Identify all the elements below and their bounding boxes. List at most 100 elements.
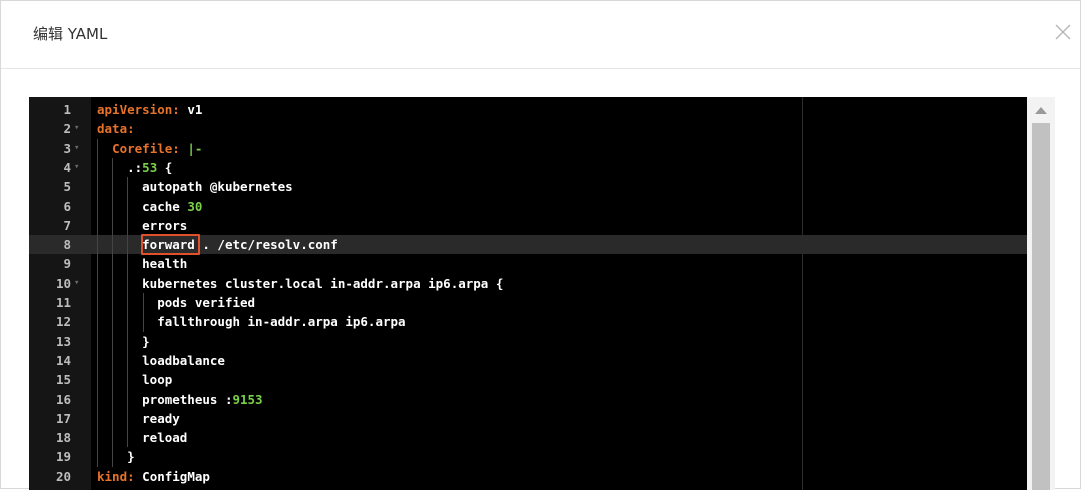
- indent-guide: [127, 177, 129, 448]
- line-number: 10: [55, 275, 71, 291]
- code-line[interactable]: 13 }: [29, 332, 1055, 351]
- code-line[interactable]: 5 autopath @kubernetes: [29, 177, 1055, 196]
- highlighted-token-box: [140, 234, 200, 256]
- line-number: 12: [55, 314, 71, 330]
- code-line[interactable]: 6 cache 30: [29, 197, 1055, 216]
- code-token: {: [157, 159, 173, 175]
- fold-arrow-icon[interactable]: ▾: [74, 119, 79, 138]
- code-token: 9153: [232, 391, 263, 407]
- line-number: 1: [63, 102, 71, 117]
- code-text: .:53 {: [97, 158, 172, 177]
- line-number: 15: [55, 372, 71, 388]
- code-line[interactable]: 16 prometheus :9153: [29, 390, 1055, 409]
- code-text: loop: [97, 370, 172, 389]
- code-token: kubernetes cluster.local in-addr.arpa ip…: [142, 275, 504, 291]
- line-number: 4: [63, 159, 71, 175]
- code-token: data:: [97, 121, 135, 137]
- code-line[interactable]: 17 ready: [29, 409, 1055, 428]
- code-token: loadbalance: [142, 352, 225, 368]
- fold-arrow-icon[interactable]: ▾: [74, 158, 79, 177]
- code-token: pods verified: [157, 295, 256, 310]
- code-token: health: [142, 256, 188, 272]
- code-text: data:: [97, 119, 135, 138]
- code-token: reload: [142, 430, 188, 446]
- code-token: Corefile:: [112, 140, 180, 156]
- code-token: prometheus :: [142, 391, 233, 407]
- code-line[interactable]: 15 loop: [29, 370, 1055, 389]
- code-line[interactable]: 14 loadbalance: [29, 351, 1055, 370]
- code-text: prometheus :9153: [97, 390, 263, 409]
- code-text: errors: [97, 216, 187, 235]
- indent-guide: [97, 138, 98, 467]
- code-text: kind: ConfigMap: [97, 467, 210, 486]
- code-token: 30: [187, 198, 203, 214]
- code-token: ConfigMap: [134, 468, 210, 484]
- code-line[interactable]: 9 health: [29, 254, 1055, 273]
- line-number: 19: [55, 449, 71, 465]
- close-icon[interactable]: [1052, 21, 1074, 43]
- fold-arrow-icon[interactable]: ▾: [74, 274, 79, 293]
- line-number: 2: [63, 121, 71, 137]
- line-number: 5: [63, 179, 71, 195]
- code-token: 53: [142, 159, 158, 175]
- editor-scrollbar[interactable]: [1027, 97, 1055, 490]
- code-text: kubernetes cluster.local in-addr.arpa ip…: [97, 274, 503, 293]
- code-token: autopath @kubernetes: [142, 179, 293, 195]
- fold-arrow-icon[interactable]: ▾: [74, 139, 79, 158]
- dialog-header: 编辑 YAML: [1, 1, 1080, 69]
- code-line[interactable]: 11 pods verified: [29, 293, 1055, 312]
- line-number: 16: [55, 391, 71, 407]
- code-text: }: [97, 447, 135, 466]
- line-number: 9: [63, 256, 71, 272]
- yaml-code-editor[interactable]: 1 apiVersion: v1 2 ▾ data: 3 ▾ Corefile: |- 4 ▾ …: [29, 97, 1055, 490]
- line-number: 8: [63, 237, 71, 253]
- code-token: kind:: [97, 468, 135, 484]
- code-line[interactable]: 1 apiVersion: v1: [29, 100, 1055, 119]
- line-number: 6: [63, 198, 71, 214]
- line-number: 17: [55, 410, 71, 426]
- code-line[interactable]: 10 ▾ kubernetes cluster.local in-addr.arp…: [29, 274, 1055, 293]
- code-token: |-: [179, 140, 203, 156]
- code-token: fallthrough in-addr.arpa ip6.arpa: [157, 314, 406, 330]
- code-token: errors: [142, 217, 188, 233]
- code-line[interactable]: 18 reload: [29, 428, 1055, 447]
- code-text: loadbalance: [97, 351, 225, 370]
- code-token: }: [127, 449, 135, 465]
- code-line[interactable]: 2 ▾ data:: [29, 119, 1055, 138]
- code-text: pods verified: [97, 293, 255, 312]
- code-token: apiVersion:: [97, 102, 180, 117]
- code-line[interactable]: 20 kind: ConfigMap: [29, 467, 1055, 486]
- scroll-thumb[interactable]: [1032, 123, 1050, 490]
- line-number: 20: [55, 468, 71, 484]
- line-number: 14: [55, 352, 71, 368]
- code-text: forward . /etc/resolv.conf: [97, 235, 338, 254]
- line-number: 11: [55, 295, 71, 310]
- line-number: 18: [55, 430, 71, 446]
- code-token: ready: [142, 410, 180, 426]
- scroll-up-arrow-icon[interactable]: [1035, 107, 1047, 114]
- indent-guide: [142, 293, 144, 332]
- code-line[interactable]: 4 ▾ .:53 {: [29, 158, 1055, 177]
- edit-yaml-dialog: 编辑 YAML 1 apiVersion: v1 2 ▾ data: 3 ▾ Corefil…: [0, 0, 1081, 490]
- code-token: . /etc/resolv.conf: [194, 237, 338, 253]
- code-text: reload: [97, 428, 187, 447]
- code-line[interactable]: 12 fallthrough in-addr.arpa ip6.arpa: [29, 312, 1055, 331]
- code-token: cache: [142, 198, 188, 214]
- code-text: }: [97, 332, 150, 351]
- line-number: 7: [63, 217, 71, 233]
- line-number: 13: [55, 333, 71, 349]
- line-number: 3: [63, 140, 71, 156]
- code-text: ready: [97, 409, 180, 428]
- code-line[interactable]: 3 ▾ Corefile: |-: [29, 139, 1055, 158]
- code-line[interactable]: 7 errors: [29, 216, 1055, 235]
- code-token: loop: [142, 372, 173, 388]
- code-token: .:: [127, 159, 143, 175]
- code-text: Corefile: |-: [97, 139, 202, 158]
- code-text: apiVersion: v1: [97, 100, 202, 119]
- code-token: }: [142, 333, 150, 349]
- indent-guide: [112, 157, 114, 467]
- code-line[interactable]: 19 }: [29, 447, 1055, 466]
- dialog-title: 编辑 YAML: [33, 25, 108, 43]
- code-token: v1: [179, 102, 203, 117]
- code-text: health: [97, 254, 187, 273]
